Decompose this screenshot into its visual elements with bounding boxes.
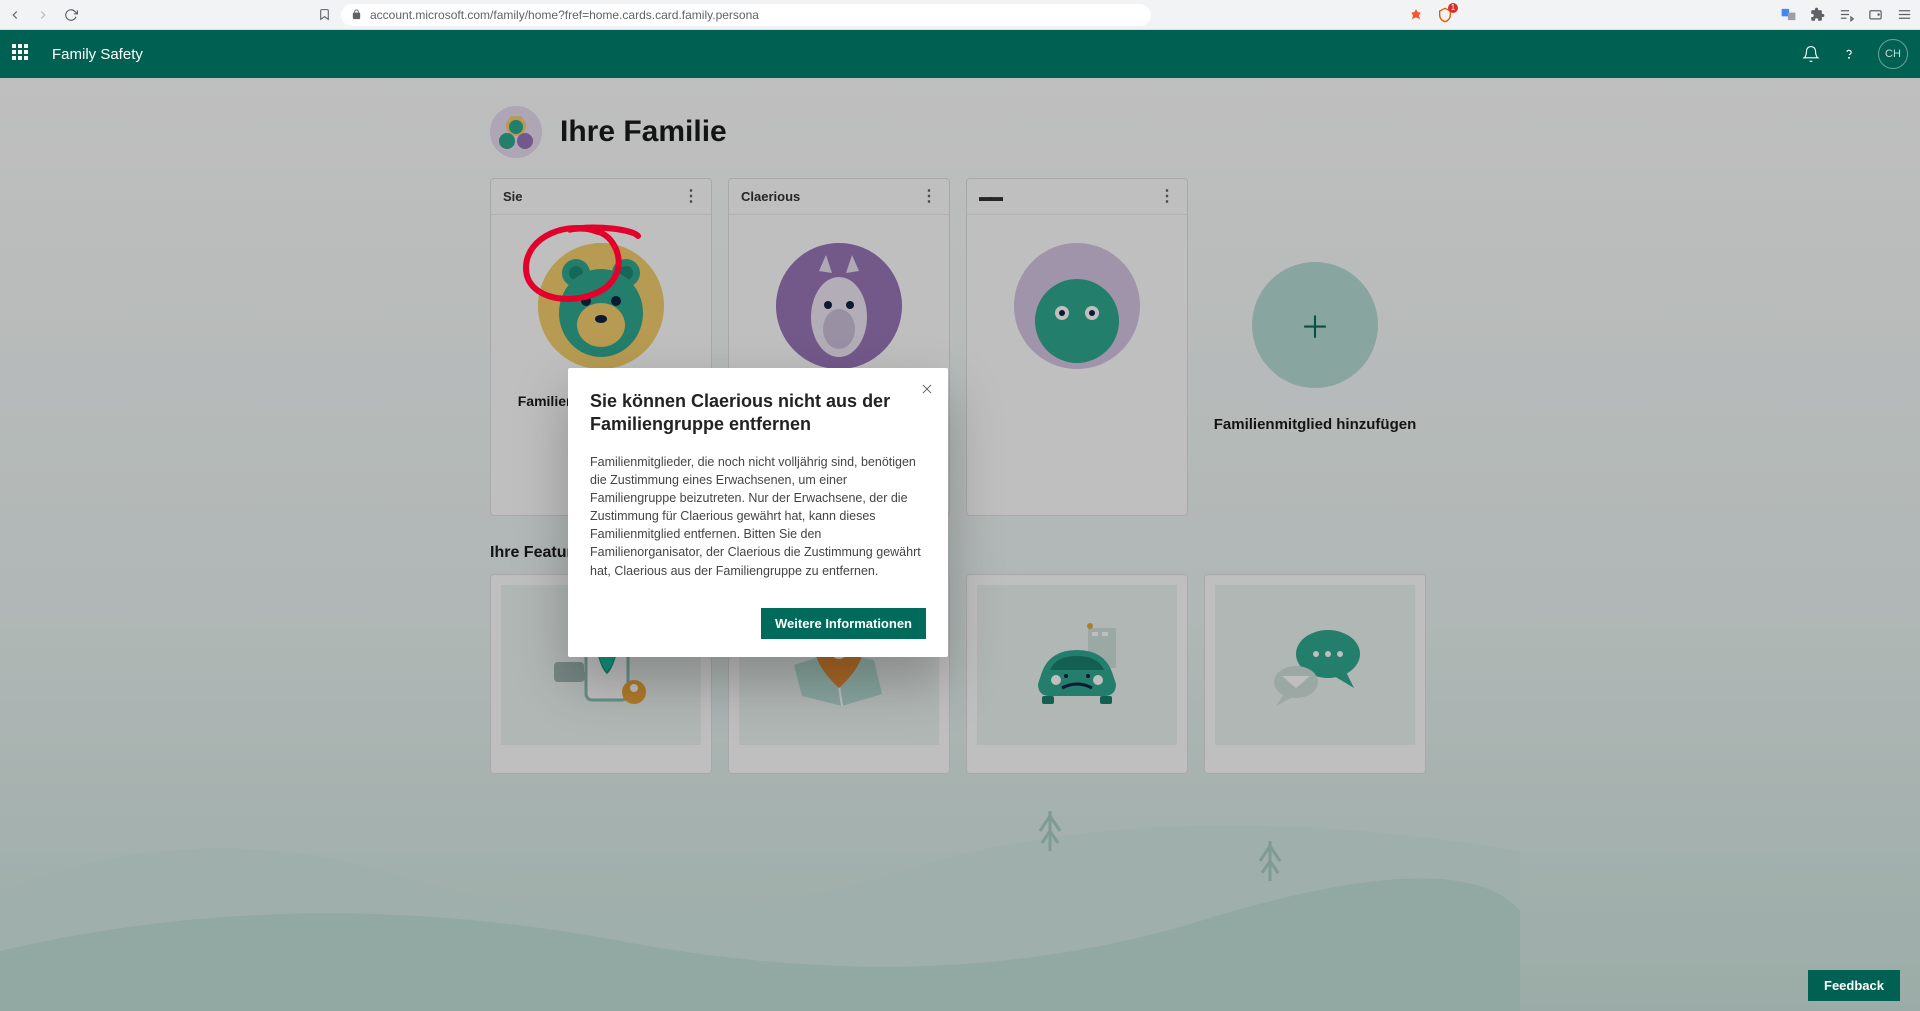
address-bar[interactable]: account.microsoft.com/family/home?fref=h… [341, 4, 1151, 26]
url-text: account.microsoft.com/family/home?fref=h… [370, 8, 759, 22]
wallet-icon[interactable] [1868, 7, 1883, 22]
close-icon[interactable] [920, 382, 934, 401]
bookmark-icon[interactable] [318, 8, 331, 21]
brave-shield-icon[interactable]: 1 [1437, 7, 1453, 23]
modal-overlay[interactable] [0, 78, 1920, 1011]
ms-header: Family Safety CH [0, 30, 1920, 78]
content-area: Ihre Familie Sie ⋮ [0, 78, 1920, 1011]
extensions-icon[interactable] [1810, 7, 1825, 22]
modal-body: Familienmitglieder, die noch nicht vollj… [590, 453, 926, 580]
menu-icon[interactable] [1897, 7, 1912, 22]
notification-icon[interactable] [1802, 45, 1820, 63]
more-info-button[interactable]: Weitere Informationen [761, 608, 926, 639]
reload-icon[interactable] [64, 8, 78, 22]
cannot-remove-modal: Sie können Claerious nicht aus der Famil… [568, 368, 948, 657]
lock-icon [351, 9, 362, 20]
playlist-icon[interactable] [1839, 7, 1854, 22]
back-icon[interactable] [8, 8, 22, 22]
modal-title: Sie können Claerious nicht aus der Famil… [590, 390, 926, 437]
help-icon[interactable] [1840, 45, 1858, 63]
brave-rewards-icon[interactable] [1409, 8, 1423, 22]
feedback-button[interactable]: Feedback [1808, 970, 1900, 1001]
app-launcher-icon[interactable] [12, 44, 32, 64]
browser-chrome: account.microsoft.com/family/home?fref=h… [0, 0, 1920, 30]
translate-icon[interactable] [1781, 7, 1796, 22]
app-name: Family Safety [52, 46, 143, 63]
forward-icon[interactable] [36, 8, 50, 22]
header-avatar[interactable]: CH [1878, 39, 1908, 69]
shield-count: 1 [1448, 3, 1458, 13]
header-avatar-initials: CH [1885, 48, 1901, 60]
